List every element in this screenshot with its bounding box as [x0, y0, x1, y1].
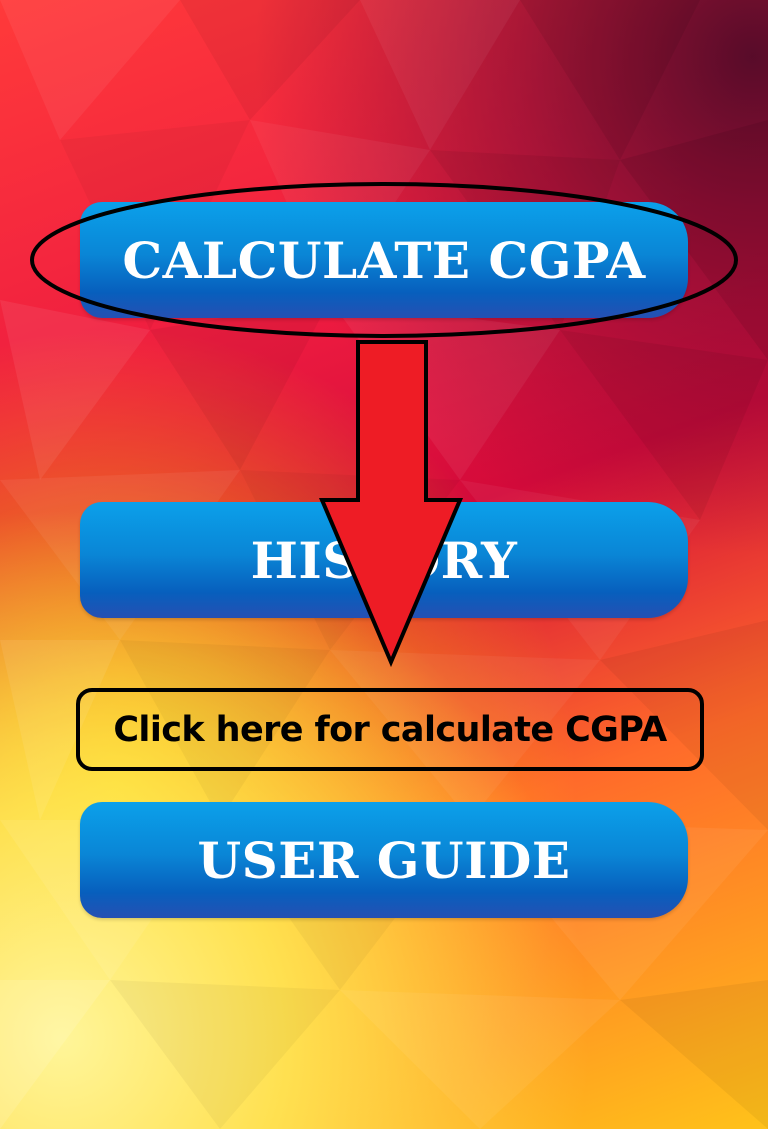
- calculate-cgpa-button[interactable]: CALCULATE CGPA: [80, 202, 688, 318]
- annotation-callout-text: Click here for calculate CGPA: [113, 709, 667, 750]
- annotation-callout: Click here for calculate CGPA: [76, 688, 704, 771]
- user-guide-button[interactable]: USER GUIDE: [80, 802, 688, 918]
- history-label: HISTORY: [250, 530, 518, 590]
- calculate-cgpa-label: CALCULATE CGPA: [122, 230, 646, 290]
- history-button[interactable]: HISTORY: [80, 502, 688, 618]
- user-guide-label: USER GUIDE: [197, 830, 571, 890]
